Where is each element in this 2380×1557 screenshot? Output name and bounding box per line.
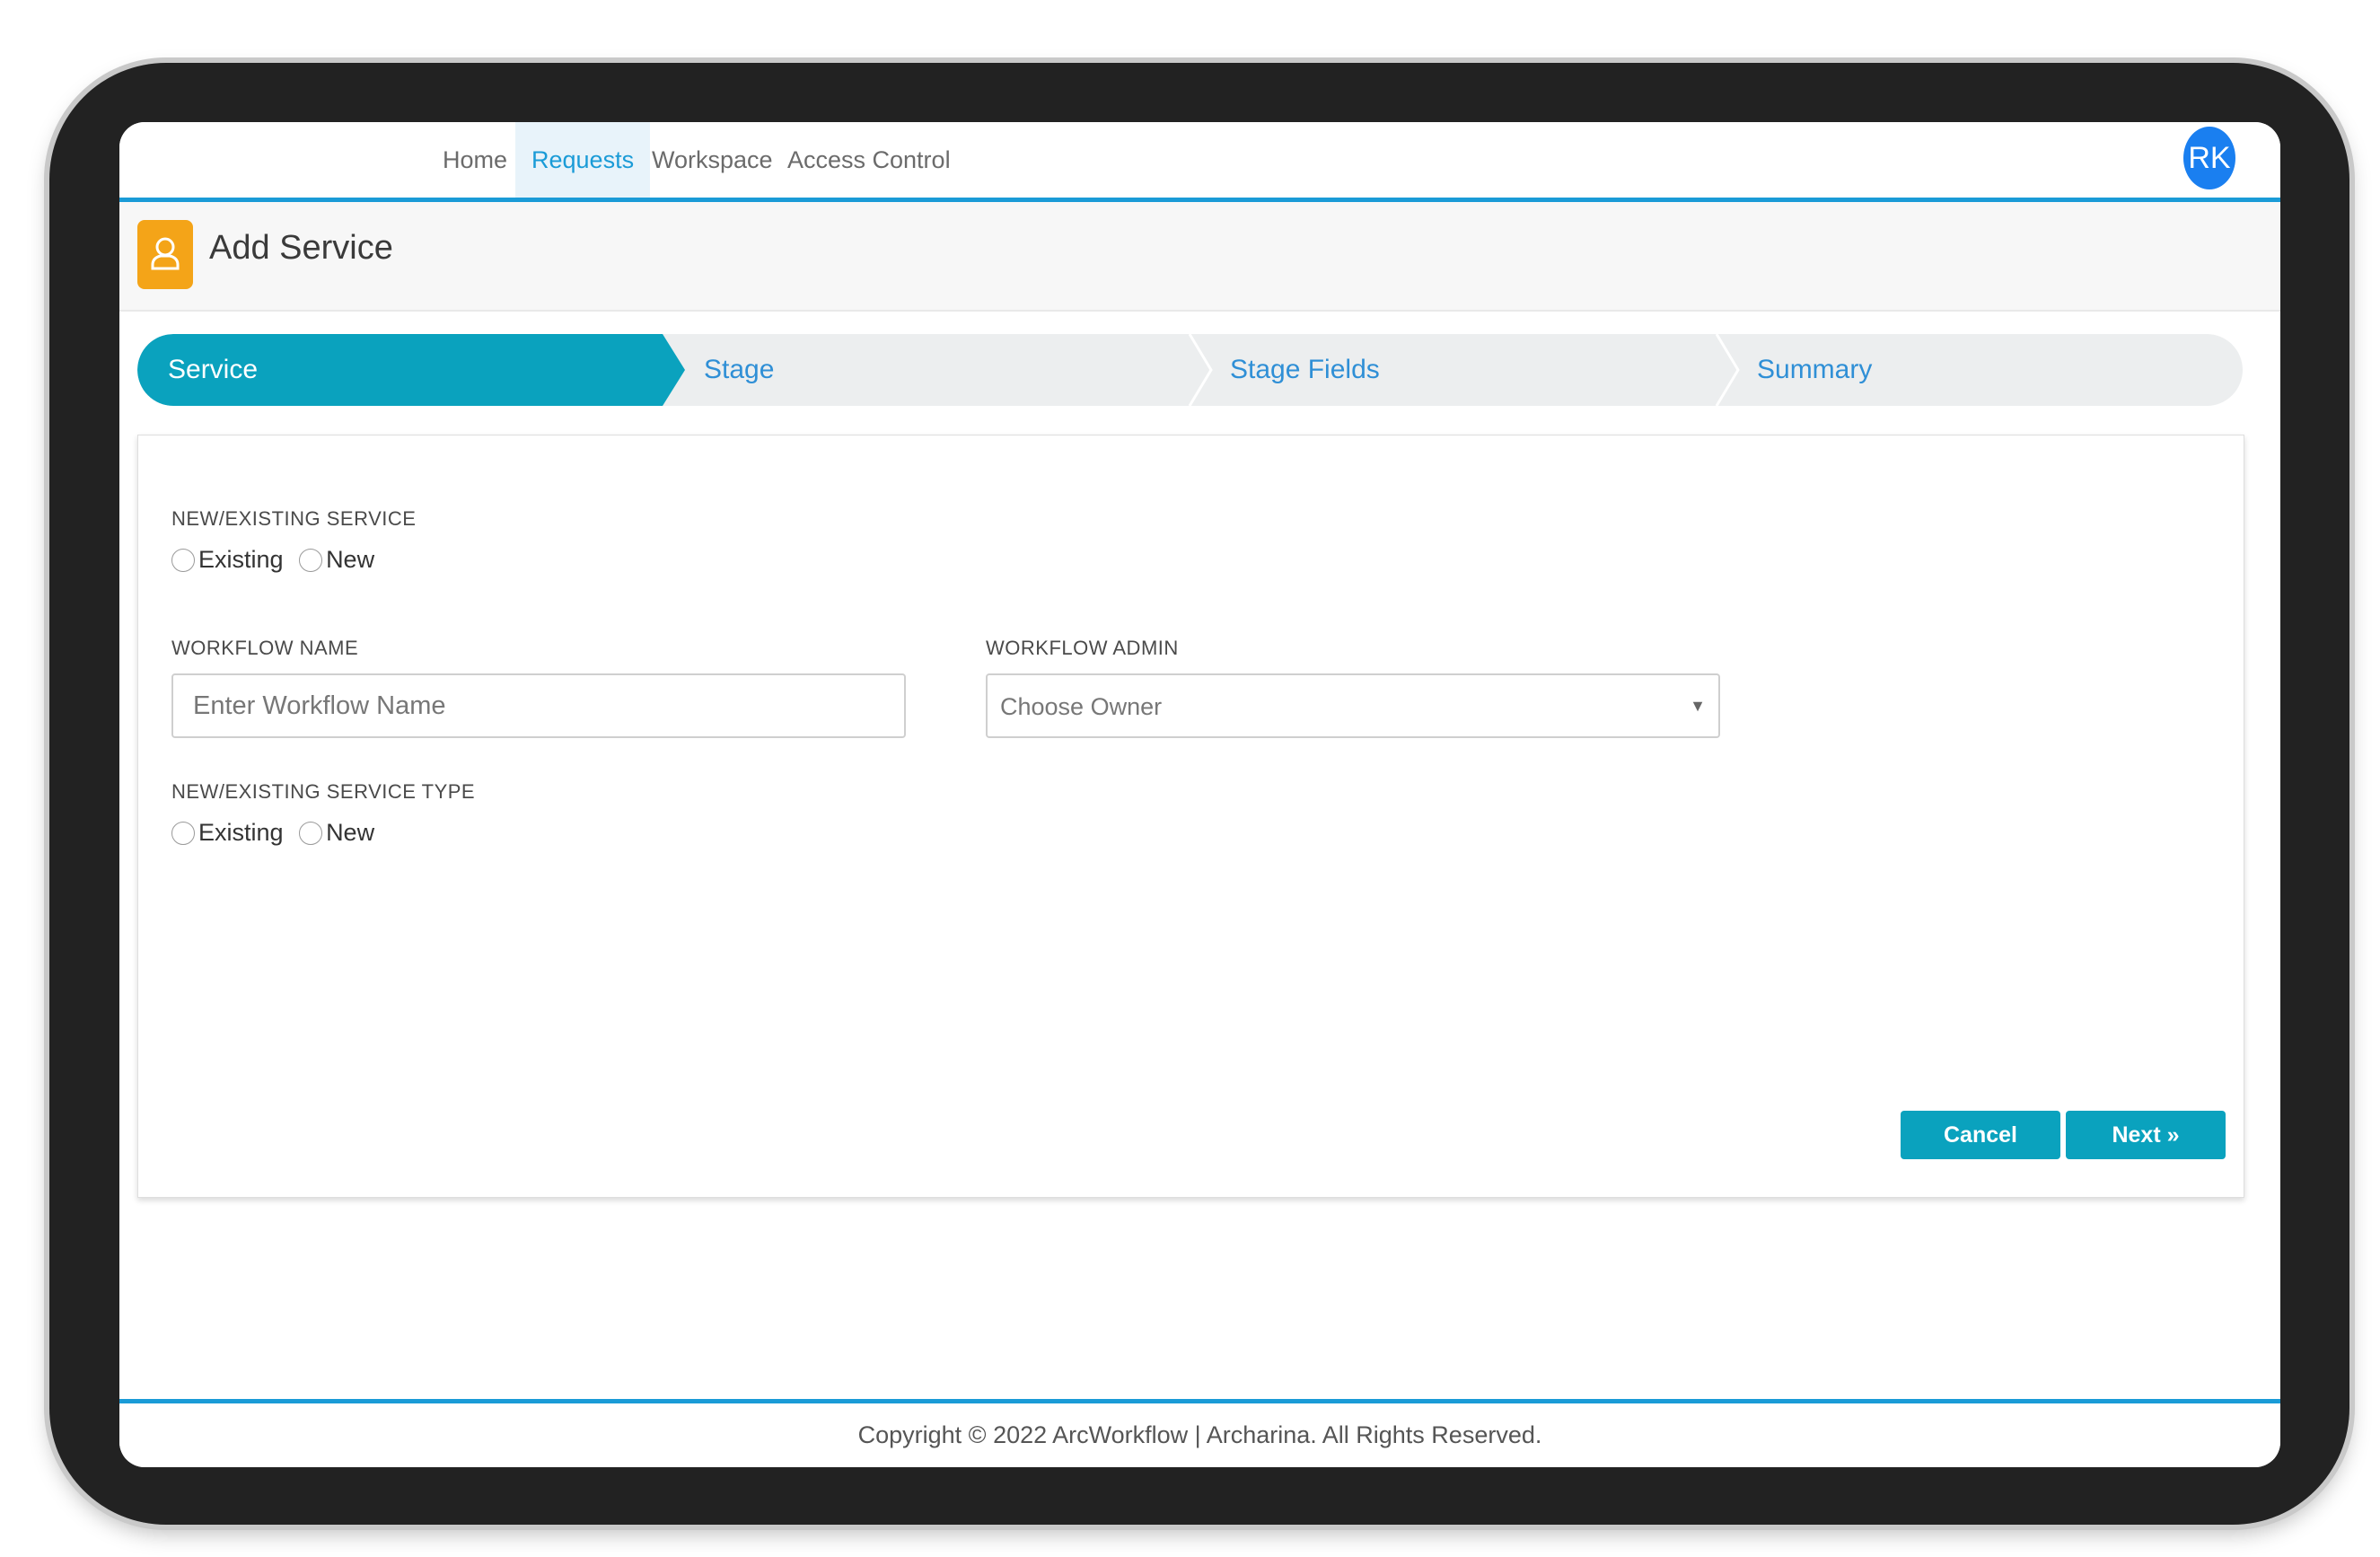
nav-access-control[interactable]: Access Control	[771, 122, 967, 198]
service-type-new-label: New	[326, 819, 375, 847]
footer: Copyright © 2022 ArcWorkflow | Archarina…	[119, 1399, 2280, 1467]
top-navigation: Home Requests Workspace Access Control R…	[119, 122, 2280, 202]
step-stage[interactable]: Stage	[704, 334, 774, 406]
step-service[interactable]: Service	[168, 334, 258, 406]
service-existing-label: Existing	[198, 546, 284, 574]
workflow-name-label: WORKFLOW NAME	[171, 637, 359, 659]
nav-workspace[interactable]: Workspace	[636, 122, 789, 198]
service-type-new-radio[interactable]	[299, 821, 323, 845]
service-form-card: NEW/EXISTING SERVICE Existing New WORKFL…	[137, 435, 2244, 1198]
step-summary[interactable]: Summary	[1757, 334, 1872, 406]
next-button[interactable]: Next »	[2066, 1111, 2226, 1159]
step-separator-chevron	[1715, 334, 1740, 406]
copyright-text: Copyright © 2022 ArcWorkflow | Archarina…	[857, 1421, 1542, 1448]
nav-home[interactable]: Home	[426, 122, 523, 198]
wizard-stepper: Service Stage Stage Fields Summary	[137, 334, 2243, 406]
workflow-admin-label: WORKFLOW ADMIN	[986, 637, 1179, 659]
step-separator-chevron	[1188, 334, 1213, 406]
workflow-admin-selected: Choose Owner	[1000, 693, 1163, 720]
service-choice-label: NEW/EXISTING SERVICE	[171, 507, 417, 530]
cancel-button[interactable]: Cancel	[1901, 1111, 2060, 1159]
service-type-existing-label: Existing	[198, 819, 284, 847]
chevron-down-icon: ▼	[1690, 697, 1706, 715]
nav-requests[interactable]: Requests	[515, 122, 651, 198]
page-title: Add Service	[209, 229, 393, 267]
workflow-admin-select[interactable]: Choose Owner ▼	[986, 673, 1720, 738]
service-existing-radio[interactable]	[171, 548, 195, 572]
service-new-label: New	[326, 546, 375, 574]
page-header: Add Service	[119, 202, 2280, 312]
workflow-name-input[interactable]	[171, 673, 906, 738]
app-screen: Home Requests Workspace Access Control R…	[119, 122, 2280, 1467]
service-new-radio[interactable]	[299, 548, 323, 572]
step-stage-fields[interactable]: Stage Fields	[1230, 334, 1380, 406]
user-icon	[137, 220, 193, 289]
service-type-existing-radio[interactable]	[171, 821, 195, 845]
service-type-choice-label: NEW/EXISTING SERVICE TYPE	[171, 780, 476, 803]
service-choice-radio-group: Existing New	[171, 545, 383, 574]
user-avatar[interactable]: RK	[2183, 127, 2235, 189]
service-type-radio-group: Existing New	[171, 818, 383, 847]
